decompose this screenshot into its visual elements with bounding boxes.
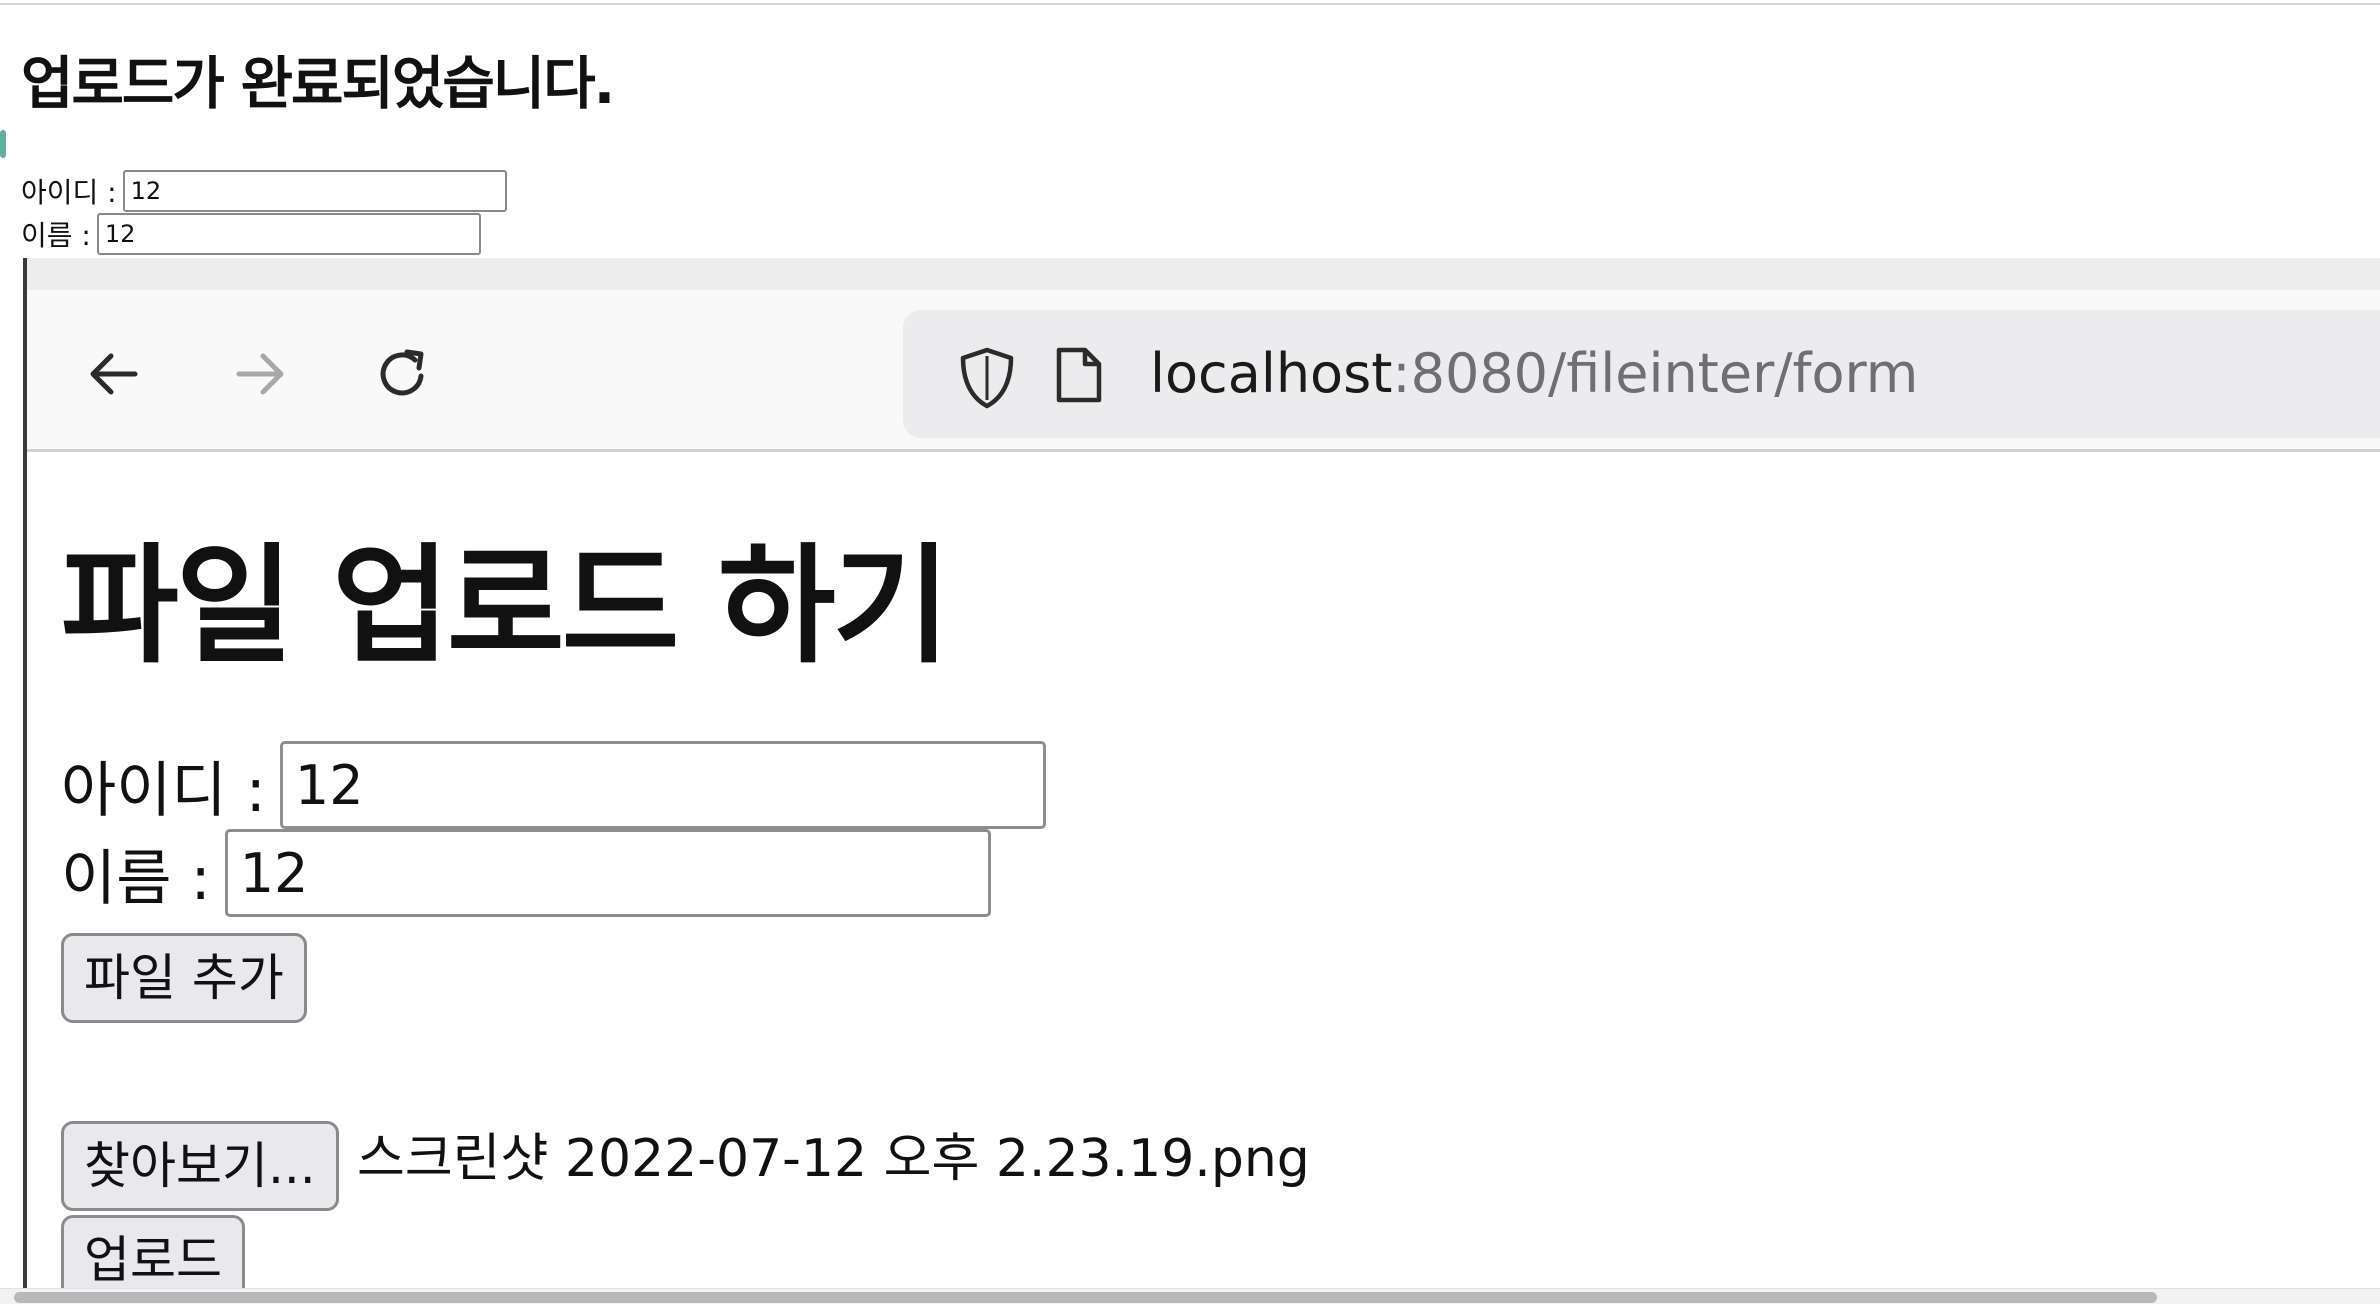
scrollbar-thumb[interactable] [14, 1292, 2157, 1303]
address-bar[interactable]: localhost:8080/fileinter/form [903, 310, 2380, 438]
outer-id-field[interactable] [122, 170, 507, 212]
id-label: 아이디 : [61, 755, 266, 826]
url-path: :8080/fileinter/form [1392, 342, 1919, 405]
page-icon [1053, 344, 1105, 410]
name-row: 이름 : [61, 829, 991, 917]
left-edge-accent [0, 130, 6, 158]
add-file-button[interactable]: 파일 추가 [61, 933, 307, 1023]
outer-name-row: 이름 : [21, 213, 481, 255]
name-input[interactable] [224, 829, 991, 917]
id-row: 아이디 : [61, 741, 1046, 829]
outer-name-label: 이름 : [21, 219, 91, 252]
page-content: 파일 업로드 하기 아이디 : 이름 : 파일 추가 찾아보기... 스크린샷 … [27, 455, 2380, 1288]
tab-strip [27, 258, 2380, 290]
upload-complete-title: 업로드가 완료되었습니다. [21, 51, 615, 117]
back-arrow-icon[interactable] [83, 342, 147, 406]
shield-icon[interactable] [958, 346, 1016, 414]
id-input[interactable] [279, 741, 1046, 829]
upload-button[interactable]: 업로드 [61, 1215, 245, 1288]
outer-id-row: 아이디 : [21, 170, 507, 212]
reload-icon[interactable] [371, 342, 435, 406]
embedded-browser-screenshot: localhost:8080/fileinter/form 파일 업로드 하기 … [23, 258, 2380, 1288]
name-label: 이름 : [61, 843, 211, 914]
selected-file-name: 스크린샷 2022-07-12 오후 2.23.19.png [357, 1129, 1310, 1189]
horizontal-scrollbar[interactable] [0, 1288, 2380, 1304]
top-border [0, 0, 2380, 5]
url-text[interactable]: localhost:8080/fileinter/form [1150, 340, 1918, 408]
page-title: 파일 업로드 하기 [61, 532, 950, 681]
outer-id-label: 아이디 : [21, 176, 117, 209]
url-host: localhost [1150, 342, 1393, 405]
browse-button[interactable]: 찾아보기... [61, 1121, 339, 1211]
browser-toolbar: localhost:8080/fileinter/form [27, 290, 2380, 452]
outer-name-field[interactable] [96, 213, 481, 255]
forward-arrow-icon[interactable] [227, 342, 291, 406]
